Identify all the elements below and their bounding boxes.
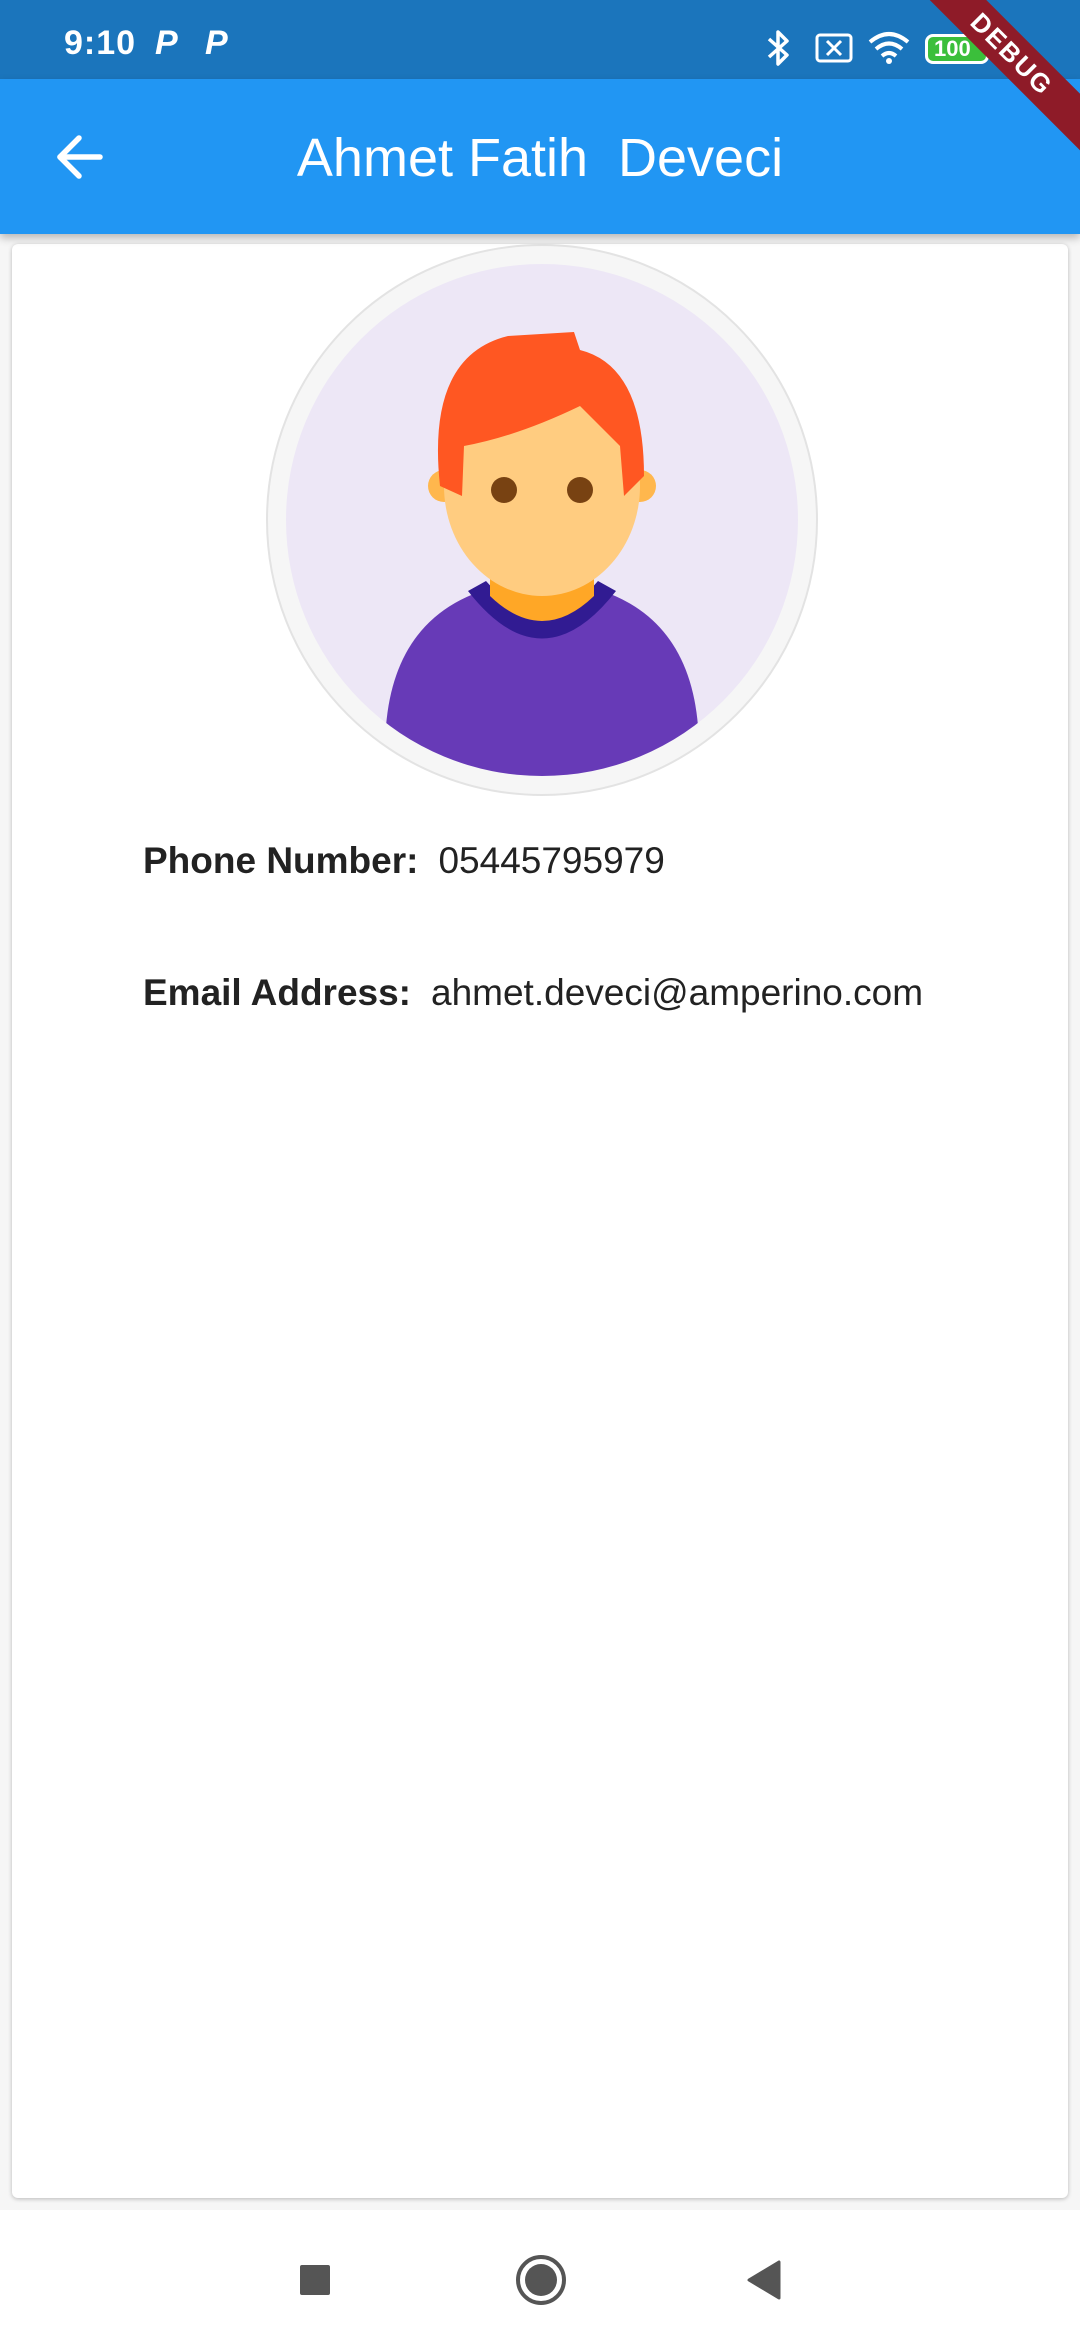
system-nav-bar (0, 2210, 1080, 2340)
email-label: Email Address: (143, 972, 411, 1013)
back-triangle-icon (747, 2260, 781, 2300)
status-time: 9:10 (64, 24, 137, 62)
battery-level: 100 (934, 36, 971, 61)
back-nav-button[interactable] (735, 2250, 795, 2310)
person-avatar-icon (286, 264, 798, 776)
parking-notification-icon: P (155, 24, 178, 62)
home-circle-icon (516, 2255, 566, 2305)
status-bar: 9:10 P P 100 (0, 0, 1080, 79)
parking-notification-icon: P (205, 24, 228, 62)
bluetooth-icon (767, 30, 789, 66)
home-button[interactable] (511, 2250, 571, 2310)
page-title: Ahmet Fatih Deveci (296, 128, 784, 188)
recents-button[interactable] (285, 2250, 345, 2310)
recents-square-icon (300, 2265, 330, 2295)
avatar (266, 244, 818, 796)
app-bar: Ahmet Fatih Deveci (0, 79, 1080, 234)
phone-value: 05445795979 (438, 840, 665, 881)
email-row: Email Address: ahmet.deveci@amperino.com (143, 972, 923, 1014)
phone-label: Phone Number: (143, 840, 419, 881)
no-sim-icon (815, 33, 853, 63)
email-value: ahmet.deveci@amperino.com (431, 972, 924, 1013)
profile-card: Phone Number: 05445795979 Email Address: a… (12, 244, 1068, 2198)
wifi-icon (868, 32, 910, 64)
phone-row: Phone Number: 05445795979 (143, 840, 665, 882)
